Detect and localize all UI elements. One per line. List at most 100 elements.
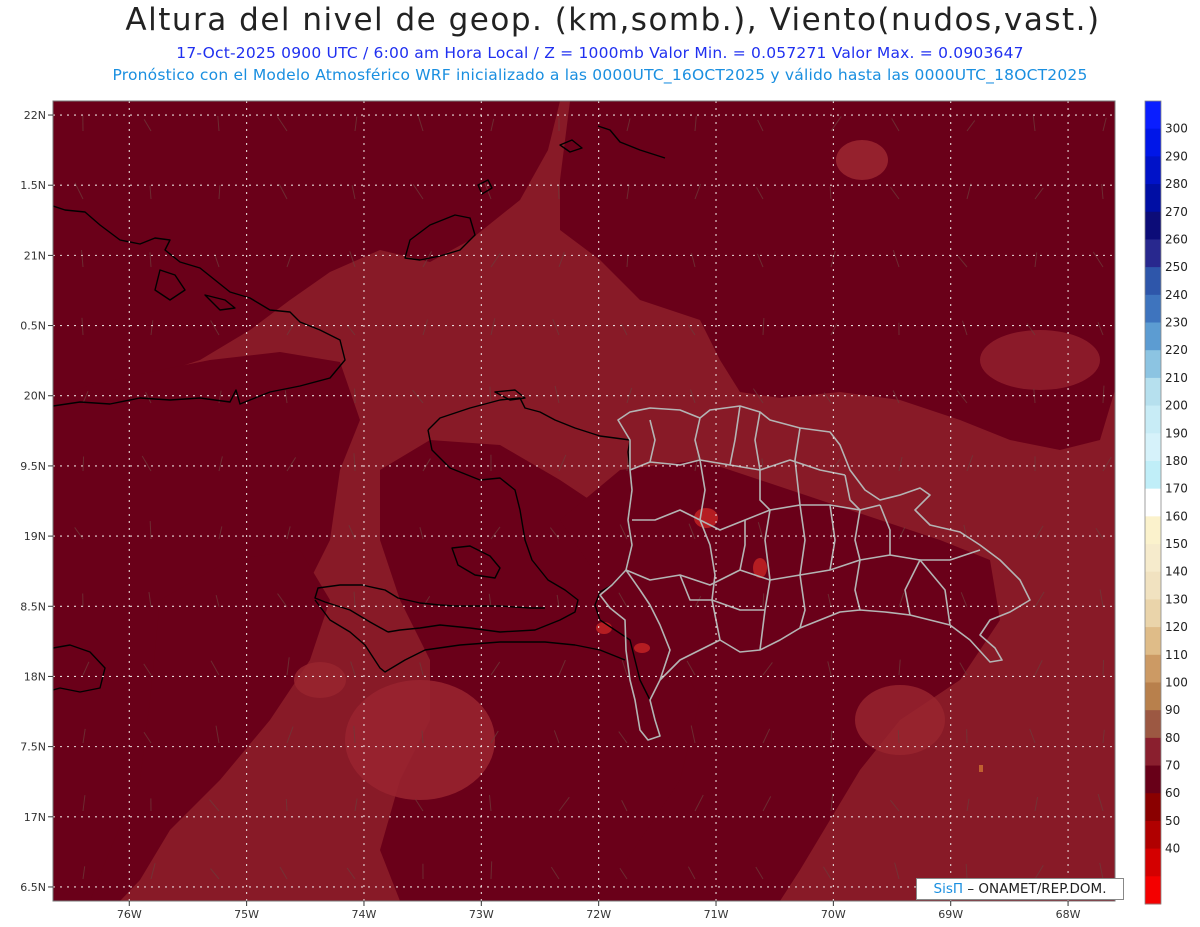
credit-org: ONAMET/REP.DOM. [978,881,1107,897]
colorbar-label: 290 [1165,149,1188,163]
colorbar-swatch [1145,876,1161,905]
colorbar-swatch [1145,488,1161,517]
wind-barb [830,730,833,744]
colorbar-label: 140 [1165,565,1188,579]
colorbar-label: 80 [1165,731,1180,745]
colorbar-label: 160 [1165,509,1188,523]
colorbar-label: 150 [1165,537,1188,551]
lon-axis: 76W 75W 74W 73W 72W 71W 70W 69W 68W [117,901,1081,921]
field-light-5 [980,330,1100,390]
colorbar-label: 270 [1165,205,1188,219]
field-spot-orange [979,765,983,772]
colorbar-label: 40 [1165,842,1180,856]
colorbar-label: 130 [1165,592,1188,606]
wind-barb [285,798,288,812]
colorbar-swatch [1145,405,1161,434]
colorbar-swatch [1145,184,1161,213]
lon-tick-label: 70W [821,908,846,921]
weather-map: 22N 1.5N 21N 0.5N 20N 9.5N 19N 8.5N 18N 7.5N 17N 6.… [20,100,1188,921]
colorbar-label: 210 [1165,371,1188,385]
colorbar: 300 290 280 270 260 250 240 230 220 210 200 190 180 1… [1144,100,1188,905]
colorbar-label: 240 [1165,288,1188,302]
wind-barb [82,456,85,472]
lat-tick-label: 9.5N [20,460,46,473]
colorbar-swatch [1145,433,1161,462]
lat-tick-label: 21N [24,249,46,262]
colorbar-label: 260 [1165,232,1188,246]
colorbar-swatch [1145,267,1161,296]
field-light-2 [836,140,888,180]
colorbar-label: 180 [1165,454,1188,468]
lon-tick-label: 68W [1056,908,1081,921]
lat-tick-label: 0.5N [20,320,46,333]
colorbar-swatch [1145,710,1161,739]
lat-tick-label: 7.5N [20,741,46,754]
lat-tick-label: 22N [24,109,46,122]
colorbar-swatch [1145,737,1161,767]
lon-tick-label: 69W [938,908,963,921]
colorbar-swatch [1145,460,1161,490]
wind-barb [557,185,560,200]
colorbar-label: 300 [1165,122,1188,136]
colorbar-label: 220 [1165,343,1188,357]
lat-tick-label: 17N [24,811,46,824]
colorbar-swatch [1145,294,1161,324]
colorbar-label: 250 [1165,260,1188,274]
wind-barb [1102,659,1105,676]
geopotential-field [53,101,1115,901]
lat-tick-label: 20N [24,390,46,403]
colorbar-label: 190 [1165,426,1188,440]
colorbar-label: 280 [1165,177,1188,191]
colorbar-swatch [1145,682,1161,711]
lat-tick-label: 19N [24,530,46,543]
colorbar-swatch [1145,516,1161,545]
credit-separator: – [967,881,975,897]
colorbar-label: 230 [1165,316,1188,330]
colorbar-swatch [1145,239,1161,268]
colorbar-label: 200 [1165,399,1188,413]
colorbar-swatch [1145,765,1161,794]
sispi-logo-text: SisΠ [933,881,964,897]
colorbar-swatch [1145,544,1161,573]
colorbar-swatch [1145,156,1161,185]
colorbar-swatch [1145,571,1161,600]
lon-tick-label: 75W [234,908,259,921]
colorbar-swatch [1145,820,1161,850]
colorbar-swatch [1145,599,1161,628]
credit-box: SisΠ – ONAMET/REP.DOM. [916,878,1124,900]
lat-tick-label: 6.5N [20,881,46,894]
lon-tick-label: 72W [586,908,611,921]
lon-tick-label: 71W [704,908,729,921]
wind-barb [897,730,900,744]
field-light-4 [294,662,346,698]
lat-tick-label: 1.5N [20,179,46,192]
colorbar-swatch [1145,211,1161,240]
colorbar-label: 170 [1165,482,1188,496]
colorbar-swatch [1145,793,1161,822]
colorbar-label: 100 [1165,675,1188,689]
colorbar-swatch [1145,128,1161,157]
lon-tick-label: 76W [117,908,142,921]
colorbar-label: 70 [1165,759,1180,773]
colorbar-swatch [1145,322,1161,351]
colorbar-swatch [1145,377,1161,407]
colorbar-swatch [1145,654,1161,683]
colorbar-label: 50 [1165,814,1180,828]
colorbar-swatch [1145,627,1161,656]
lat-tick-label: 18N [24,670,46,683]
field-light-3 [855,685,945,755]
colorbar-label: 120 [1165,620,1188,634]
colorbar-label: 60 [1165,786,1180,800]
field-hot-4 [634,643,650,653]
lon-tick-label: 74W [352,908,377,921]
colorbar-label: 90 [1165,703,1180,717]
wind-barb [762,593,765,608]
colorbar-swatch [1145,848,1161,877]
lat-axis: 22N 1.5N 21N 0.5N 20N 9.5N 19N 8.5N 18N 7.5N 17N 6.… [20,109,53,894]
colorbar-swatch [1145,101,1161,130]
colorbar-swatch [1145,350,1161,379]
colorbar-label: 110 [1165,648,1188,662]
wind-barb [490,861,493,880]
lon-tick-label: 73W [469,908,494,921]
lat-tick-label: 8.5N [20,600,46,613]
